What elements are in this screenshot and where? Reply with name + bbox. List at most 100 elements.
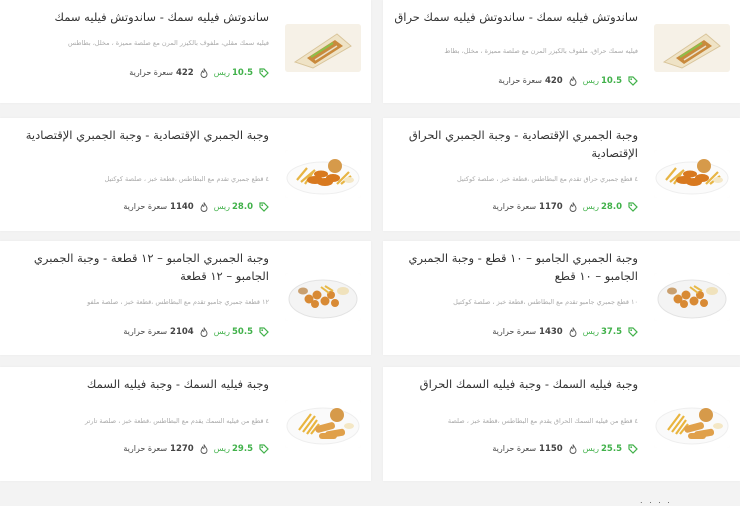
calories-unit: سعرة حرارية xyxy=(492,202,537,211)
price: 50.5ريس xyxy=(214,327,253,337)
price-tag-icon xyxy=(259,68,269,78)
sandwich-image[interactable] xyxy=(654,24,730,72)
price-value: 29.5 xyxy=(232,444,253,454)
menu-item-title[interactable]: وجبة الجمبري الإقتصادية - وجبة الجمبري ا… xyxy=(10,126,269,144)
menu-item-card[interactable]: وجبة الجمبري الجامبو – ١٠ قطع - وجبة الج… xyxy=(383,241,740,355)
price-value: 28.0 xyxy=(601,202,622,212)
menu-item-card[interactable]: وجبة الجمبري الإقتصادية - وجبة الجمبري ا… xyxy=(0,118,371,231)
price: 29.5ريس xyxy=(214,444,253,454)
menu-item-meta: 37.5ريس 1430سعرة حرارية xyxy=(393,325,638,339)
price: 25.5ريس xyxy=(583,444,622,454)
menu-item-card[interactable]: وجبة الجمبري الجامبو – ١٢ قطعة - وجبة ال… xyxy=(0,241,371,355)
calories-value: 1430 xyxy=(539,327,563,337)
menu-item-description: ٤ قطع جمبري تقدم مع البطاطس ،قطعة خبز ، … xyxy=(104,175,269,183)
calories: 1140سعرة حرارية xyxy=(123,202,193,212)
calories: 1150سعرة حرارية xyxy=(492,444,562,454)
calories-unit: سعرة حرارية xyxy=(492,327,537,336)
price: 10.5ريس xyxy=(583,76,622,86)
calories-value: 1150 xyxy=(539,444,563,454)
calories-unit: سعرة حرارية xyxy=(123,327,168,336)
sandwich-image[interactable] xyxy=(285,24,361,72)
fire-icon xyxy=(200,444,208,454)
menu-item-description: ١٢ قطعة جمبري جامبو تقدم مع البطاطس ،قطع… xyxy=(87,298,269,306)
calories-value: 422 xyxy=(175,68,194,78)
price-value: 25.5 xyxy=(601,444,622,454)
menu-item-title[interactable]: وجبة الجمبري الإقتصادية - وجبة الجمبري ا… xyxy=(393,126,638,162)
calories-value: 1170 xyxy=(539,202,563,212)
menu-item-meta: 10.5ريس 422سعرة حرارية xyxy=(10,66,269,80)
calories-unit: سعرة حرارية xyxy=(123,202,168,211)
menu-item-meta: 28.0ريس 1170سعرة حرارية xyxy=(393,200,638,214)
price-tag-icon xyxy=(259,327,269,337)
price-tag-icon xyxy=(628,327,638,337)
calories-unit: سعرة حرارية xyxy=(498,76,542,85)
price-tag-icon xyxy=(628,444,638,454)
calories: 1270سعرة حرارية xyxy=(123,444,193,454)
currency-label: ريس xyxy=(582,202,600,211)
fire-icon xyxy=(569,327,577,337)
calories: 2104سعرة حرارية xyxy=(123,327,193,337)
price: 10.5ريس xyxy=(214,68,253,78)
shrimp-meal-image[interactable] xyxy=(285,150,361,198)
menu-item-meta: 29.5ريس 1270سعرة حرارية xyxy=(10,442,269,456)
menu-item-title[interactable]: وجبة الجمبري الجامبو – ١٢ قطعة - وجبة ال… xyxy=(10,249,269,285)
fire-icon xyxy=(200,68,208,78)
currency-label: ريس xyxy=(213,444,231,453)
price: 28.0ريس xyxy=(214,202,253,212)
menu-item-card[interactable]: وجبة فيليه السمك - وجبة فيليه السمك الحر… xyxy=(383,367,740,481)
currency-label: ريس xyxy=(582,76,600,85)
menu-item-card[interactable]: وجبة الجمبري الإقتصادية - وجبة الجمبري ا… xyxy=(383,118,740,231)
menu-item-meta: 28.0ريس 1140سعرة حرارية xyxy=(10,200,269,214)
price-value: 37.5 xyxy=(601,327,622,337)
more-content-indicator: . . . . xyxy=(640,496,672,505)
fire-icon xyxy=(569,202,577,212)
menu-item-title[interactable]: وجبة فيليه السمك - وجبة فيليه السمك الحر… xyxy=(393,375,638,393)
price-value: 50.5 xyxy=(232,327,253,337)
menu-item-title[interactable]: وجبة فيليه السمك - وجبة فيليه السمك xyxy=(10,375,269,393)
menu-item-description: ٤ قطع جمبري حراق تقدم مع البطاطس ،قطعة خ… xyxy=(457,175,638,183)
calories-value: 420 xyxy=(544,76,563,86)
price-value: 10.5 xyxy=(232,68,253,78)
calories: 420سعرة حرارية xyxy=(498,76,562,86)
calories-value: 1270 xyxy=(170,444,194,454)
jumbo-plate-image[interactable] xyxy=(285,273,361,321)
currency-label: ريس xyxy=(213,68,231,77)
calories: 422سعرة حرارية xyxy=(129,68,193,78)
currency-label: ريس xyxy=(213,327,231,336)
price-value: 28.0 xyxy=(232,202,253,212)
menu-item-meta: 50.5ريس 2104سعرة حرارية xyxy=(10,325,269,339)
currency-label: ريس xyxy=(213,202,231,211)
price: 28.0ريس xyxy=(583,202,622,212)
jumbo-plate-image[interactable] xyxy=(654,273,730,321)
calories: 1170سعرة حرارية xyxy=(492,202,562,212)
fish-meal-image[interactable] xyxy=(654,400,730,448)
menu-item-card[interactable]: وجبة فيليه السمك - وجبة فيليه السمك ٤ قطع… xyxy=(0,367,371,481)
menu-item-description: ٤ قطع من فيليه السمك يقدم مع البطاطس ،قط… xyxy=(84,417,269,425)
price-value: 10.5 xyxy=(601,76,622,86)
currency-label: ريس xyxy=(582,444,600,453)
menu-item-meta: 10.5ريس 420سعرة حرارية xyxy=(393,74,638,88)
price-tag-icon xyxy=(259,202,269,212)
price-tag-icon xyxy=(259,444,269,454)
currency-label: ريس xyxy=(582,327,600,336)
calories-value: 1140 xyxy=(170,202,194,212)
menu-item-title[interactable]: وجبة الجمبري الجامبو – ١٠ قطع - وجبة الج… xyxy=(393,249,638,285)
menu-item-description: ٤ قطع من فيليه السمك الحراق يقدم مع البط… xyxy=(447,417,638,425)
menu-item-title[interactable]: ساندوتش فيليه سمك - ساندوتش فيليه سمك xyxy=(10,8,269,26)
calories: 1430سعرة حرارية xyxy=(492,327,562,337)
menu-item-card[interactable]: ساندوتش فيليه سمك - ساندوتش فيليه سمك فيل… xyxy=(0,0,371,103)
fire-icon xyxy=(200,327,208,337)
calories-unit: سعرة حرارية xyxy=(492,444,537,453)
price-tag-icon xyxy=(628,202,638,212)
menu-item-card[interactable]: ساندوتش فيليه سمك - ساندوتش فيليه سمك حر… xyxy=(383,0,740,103)
fire-icon xyxy=(569,444,577,454)
price-tag-icon xyxy=(628,76,638,86)
menu-item-title[interactable]: ساندوتش فيليه سمك - ساندوتش فيليه سمك حر… xyxy=(393,8,638,26)
menu-item-description: فيليه سمك حراق، ملفوف بالكيزر المرن مع ص… xyxy=(444,47,638,55)
fish-meal-image[interactable] xyxy=(285,400,361,448)
calories-unit: سعرة حرارية xyxy=(123,444,168,453)
fire-icon xyxy=(200,202,208,212)
fire-icon xyxy=(569,76,577,86)
menu-item-meta: 25.5ريس 1150سعرة حرارية xyxy=(393,442,638,456)
shrimp-meal-image[interactable] xyxy=(654,150,730,198)
